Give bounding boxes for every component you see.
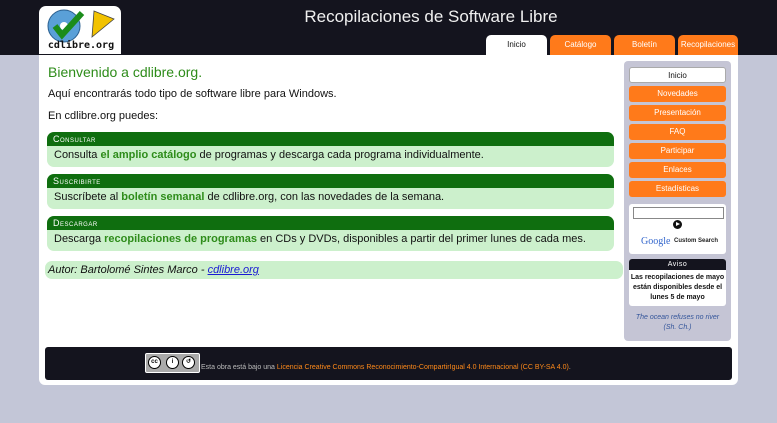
cc-icon: cc [148,356,161,369]
license-link[interactable]: Licencia Creative Commons Reconocimiento… [277,364,569,371]
box-text: de cdlibre.org, con las novedades de la … [204,191,445,203]
logo-text: cdlibre.org [47,40,115,51]
search-go-icon[interactable] [673,220,682,229]
sidebar-item-inicio[interactable]: Inicio [629,67,726,83]
search-input[interactable] [633,207,724,219]
box-text: Suscríbete al [54,191,122,203]
tab-recopilaciones[interactable]: Recopilaciones [678,35,738,55]
sidebar-item-presentacion[interactable]: Presentación [629,105,726,121]
box-text: de programas y descarga cada programa in… [196,149,484,161]
cd-check-icon [47,9,115,43]
footer-suffix: . [568,364,571,371]
box-text: Descarga [54,233,105,245]
tab-boletin[interactable]: Boletín [614,35,675,55]
box-body: Consulta el amplio catálogo de programas… [47,146,614,161]
site-logo[interactable]: cdlibre.org [39,6,121,54]
box-header: Suscribirte [47,174,614,188]
catalogo-link[interactable]: el amplio catálogo [100,149,196,161]
can-do-text: En cdlibre.org puedes: [48,110,159,122]
custom-search-label: Custom Search [674,238,719,244]
intro-text: Aquí encontrarás todo tipo de software l… [48,88,337,100]
box-body: Suscríbete al boletín semanal de cdlibre… [47,188,614,203]
author-text: Autor: Bartolomé Sintes Marco - [48,264,208,276]
cc-license-badge[interactable]: cc i ↺ [145,353,200,373]
search-box: Google Custom Search [629,204,726,254]
page-title: Bienvenido a cdlibre.org. [48,64,203,80]
sidebar-item-faq[interactable]: FAQ [629,124,726,140]
by-icon: i [166,356,179,369]
sidebar-item-participar[interactable]: Participar [629,143,726,159]
consultar-box: Consultar Consulta el amplio catálogo de… [47,132,614,167]
sidebar-item-enlaces[interactable]: Enlaces [629,162,726,178]
sidebar-item-estadisticas[interactable]: Estadísticas [629,181,726,197]
quote: The ocean refuses no river (Sh. Ch.) [635,314,720,331]
recopilaciones-link[interactable]: recopilaciones de programas [104,233,257,245]
sidebar-item-novedades[interactable]: Novedades [629,86,726,102]
notice-text: Las recopilaciones de mayo están disponi… [630,274,725,301]
boletin-link[interactable]: boletín semanal [121,191,204,203]
site-title: Recopilaciones de Software Libre [304,7,558,26]
footer-prefix: Esta obra está bajo una [201,364,277,371]
box-text: en CDs y DVDs, disponibles a partir del … [256,233,586,245]
notice-title: Aviso [629,259,726,270]
descargar-box: Descargar Descarga recopilaciones de pro… [47,216,614,251]
box-body: Descarga recopilaciones de programas en … [47,230,614,245]
sa-icon: ↺ [182,356,195,369]
author-line: Autor: Bartolomé Sintes Marco - cdlibre.… [45,261,623,279]
box-header: Descargar [47,216,614,230]
tab-inicio[interactable]: Inicio [486,35,547,55]
notice-box: Aviso Las recopilaciones de mayo están d… [629,259,726,306]
google-logo: Google [641,236,670,247]
footer-text: Esta obra está bajo una Licencia Creativ… [201,364,571,371]
author-link[interactable]: cdlibre.org [208,264,259,276]
box-header: Consultar [47,132,614,146]
box-text: Consulta [54,149,101,161]
google-wordmark: Google [641,236,671,247]
suscribirte-box: Suscribirte Suscríbete al boletín semana… [47,174,614,209]
tab-catalogo[interactable]: Catálogo [550,35,611,55]
